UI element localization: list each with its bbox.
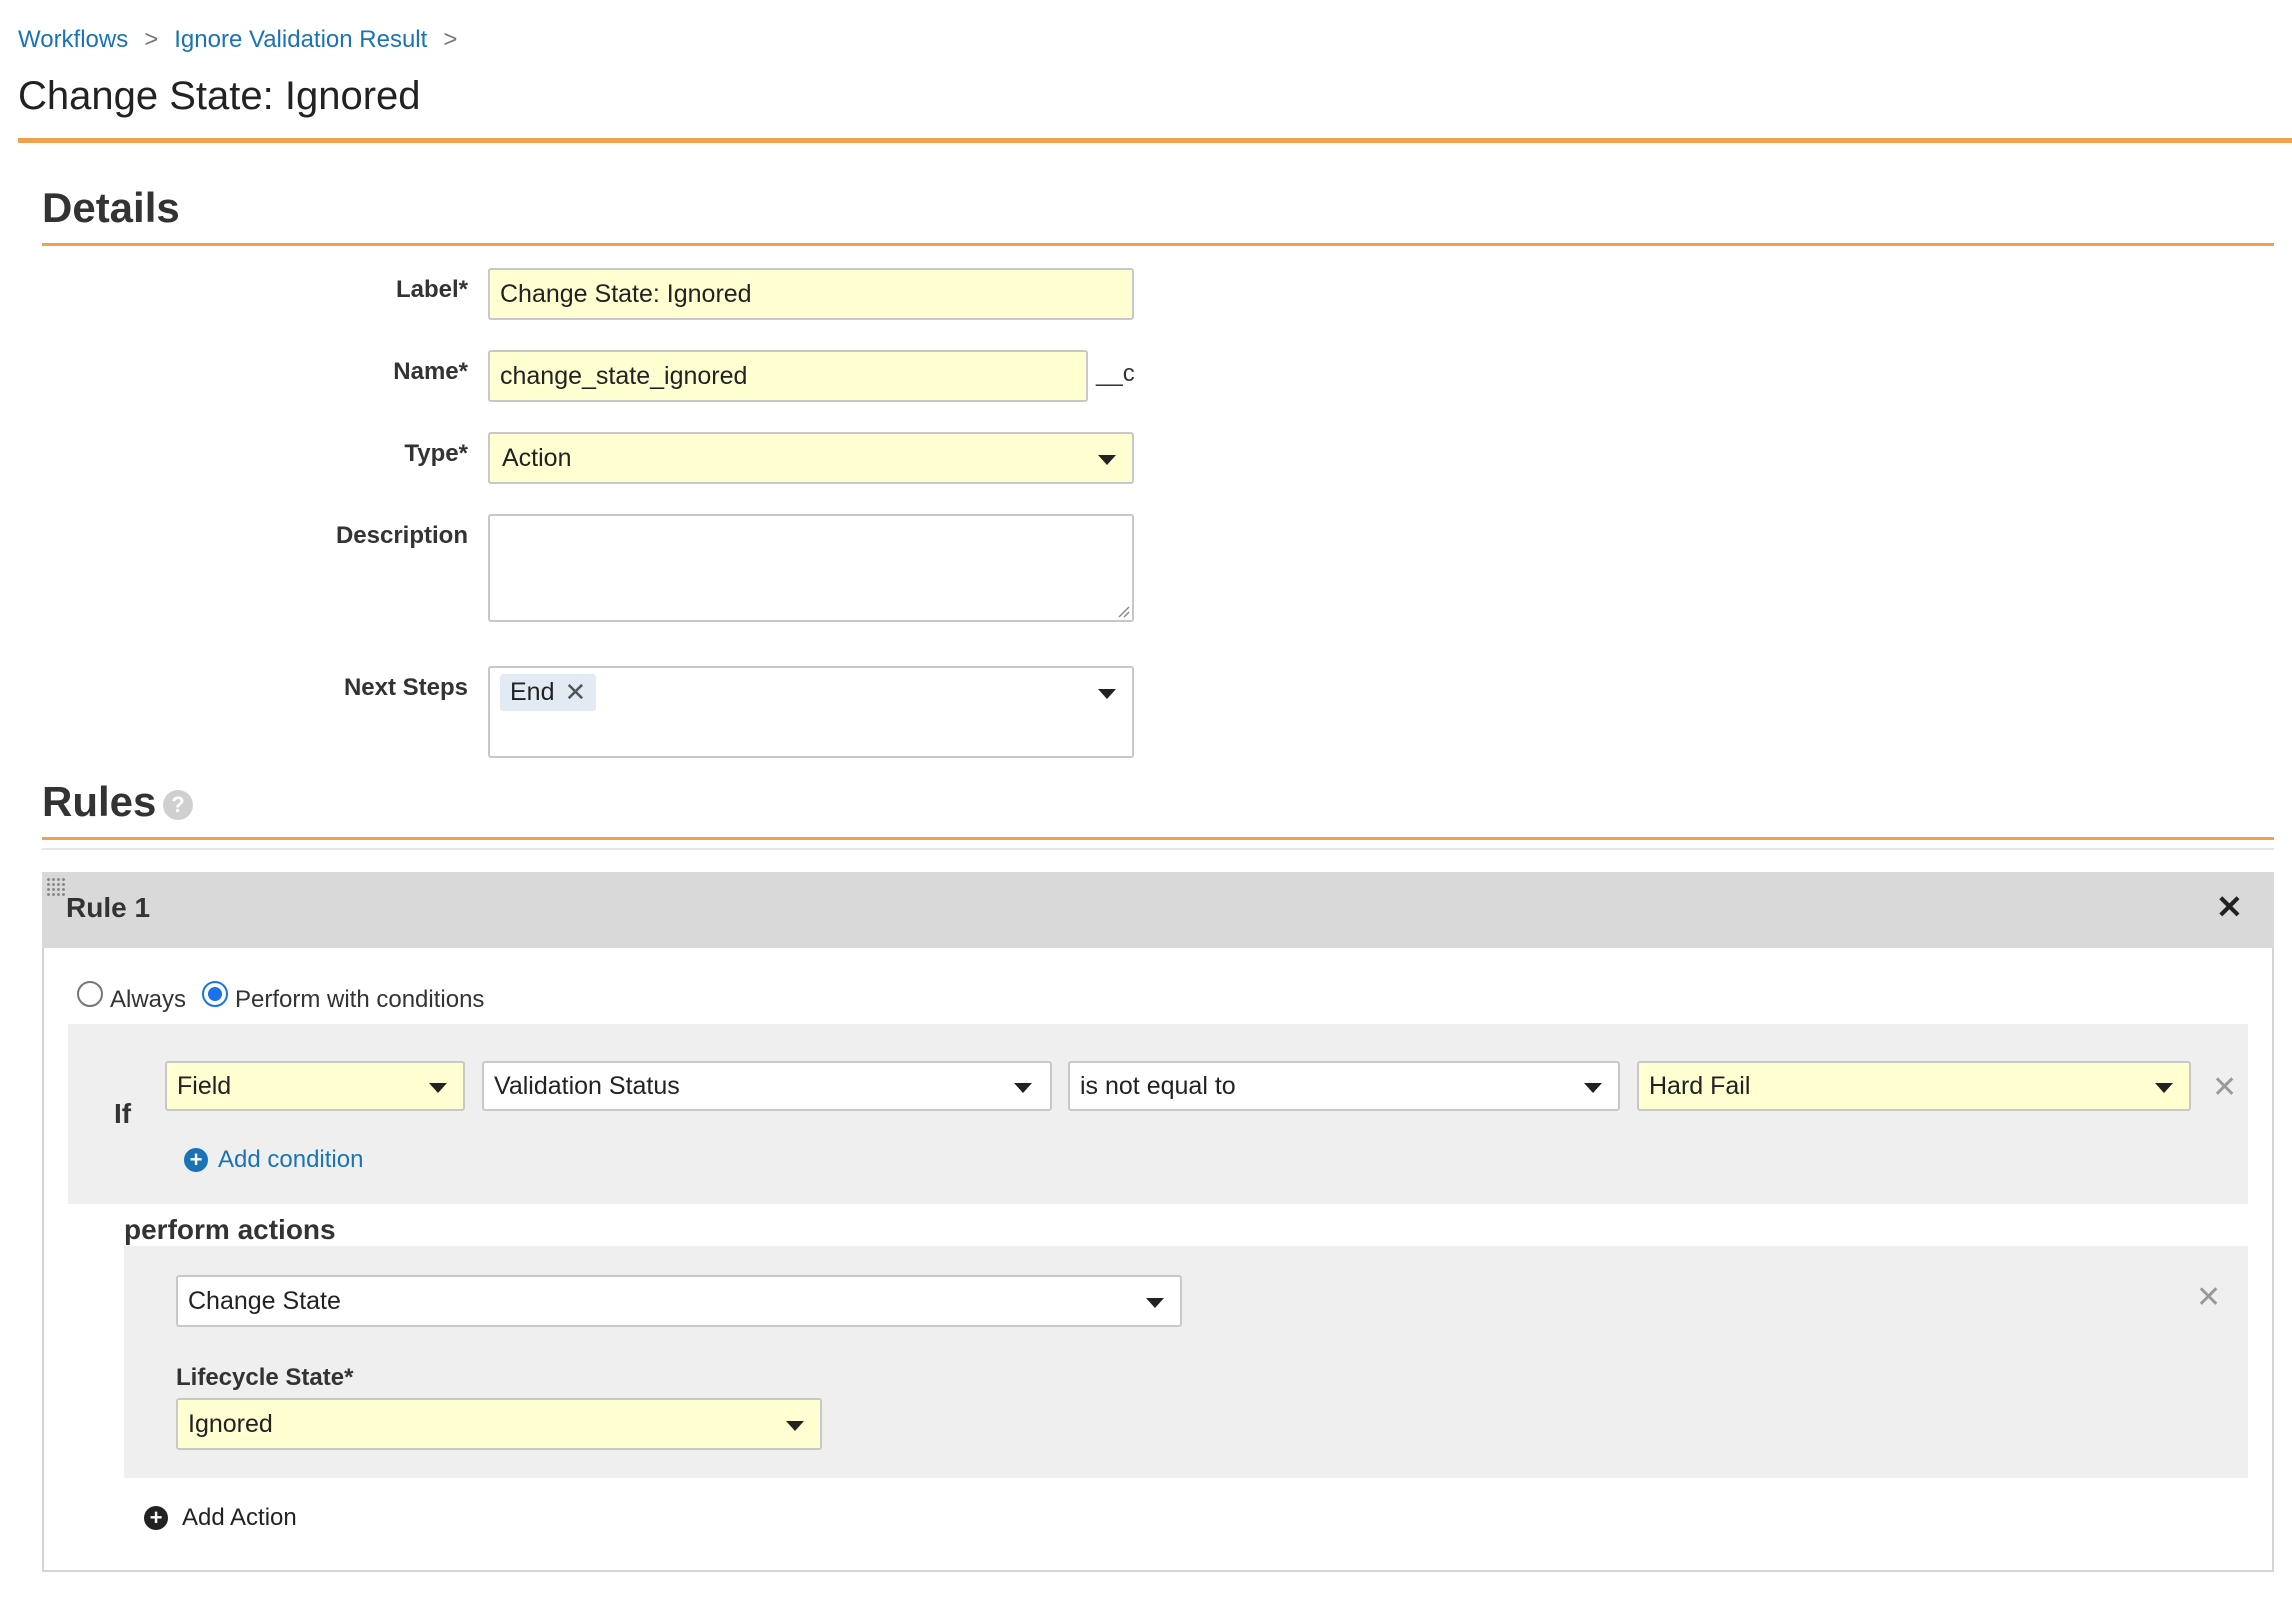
always-radio-label[interactable]: Always [110, 986, 186, 1014]
caret-down-icon [1584, 1083, 1602, 1093]
next-step-token-end: End ✕ [500, 674, 597, 711]
condition-value-value: Hard Fail [1649, 1071, 1751, 1100]
name-input[interactable]: change_state_ignored [488, 350, 1088, 402]
condition-field-select[interactable]: Validation Status [482, 1061, 1052, 1111]
rules-heading: Rules [42, 778, 157, 825]
remove-action-close-icon[interactable]: ✕ [2196, 1280, 2221, 1315]
add-action-button[interactable]: Add Action [182, 1504, 297, 1532]
rule-title: Rule 1 [66, 892, 151, 923]
caret-down-icon [786, 1421, 804, 1431]
if-label: If [114, 1098, 132, 1129]
remove-condition-close-icon[interactable]: ✕ [2212, 1070, 2237, 1105]
breadcrumb-workflows-link[interactable]: Workflows [18, 26, 128, 53]
lifecycle-state-label: Lifecycle State* [176, 1364, 354, 1391]
caret-down-icon [1146, 1298, 1164, 1308]
caret-down-icon [1098, 455, 1116, 465]
token-label: End [510, 678, 555, 706]
breadcrumb-ignore-validation-result-link[interactable]: Ignore Validation Result [174, 26, 427, 53]
add-condition-plus-icon[interactable]: + [184, 1148, 208, 1172]
breadcrumb-separator: > [144, 26, 159, 53]
lifecycle-state-select[interactable]: Ignored [176, 1398, 822, 1450]
perform-actions-label: perform actions [124, 1214, 336, 1245]
type-select[interactable]: Action [488, 432, 1134, 484]
breadcrumb: Workflows > Ignore Validation Result > [18, 26, 473, 54]
resize-handle-icon[interactable] [1116, 604, 1130, 618]
description-textarea[interactable] [488, 514, 1134, 622]
next-steps-multiselect[interactable]: End ✕ [488, 666, 1134, 758]
add-action-plus-icon[interactable]: + [144, 1506, 168, 1530]
condition-block [68, 1024, 2248, 1204]
next-steps-field-label: Next Steps [343, 674, 468, 701]
caret-down-icon [1014, 1083, 1032, 1093]
label-field-label: Label* [395, 276, 468, 303]
perform-with-conditions-radio-label[interactable]: Perform with conditions [235, 986, 484, 1014]
details-divider [42, 243, 2274, 246]
page-title: Change State: Ignored [18, 74, 421, 118]
caret-down-icon [1098, 689, 1116, 699]
perform-with-conditions-radio[interactable] [202, 981, 228, 1007]
caret-down-icon [2155, 1083, 2173, 1093]
rules-divider-secondary [42, 848, 2274, 850]
name-field-label: Name* [393, 358, 468, 385]
condition-field-value: Validation Status [494, 1071, 680, 1100]
type-field-label: Type* [404, 440, 468, 467]
action-type-value: Change State [188, 1286, 341, 1315]
help-icon[interactable]: ? [163, 790, 193, 820]
description-field-label: Description [335, 522, 468, 549]
condition-value-select[interactable]: Hard Fail [1637, 1061, 2191, 1111]
caret-down-icon [429, 1083, 447, 1093]
breadcrumb-separator: > [443, 26, 458, 53]
type-select-value: Action [502, 443, 572, 472]
condition-operator-value: is not equal to [1080, 1071, 1236, 1100]
drag-handle-icon[interactable] [46, 877, 66, 897]
condition-source-value: Field [177, 1071, 232, 1100]
add-condition-link[interactable]: Add condition [218, 1146, 363, 1174]
rules-divider [42, 837, 2274, 840]
name-suffix: __c [1096, 360, 1135, 387]
remove-token-close-icon[interactable]: ✕ [564, 677, 586, 708]
lifecycle-state-value: Ignored [188, 1409, 273, 1438]
title-divider [18, 138, 2292, 143]
rule-card-header [42, 872, 2274, 948]
condition-source-select[interactable]: Field [165, 1061, 465, 1111]
always-radio[interactable] [77, 981, 103, 1007]
condition-operator-select[interactable]: is not equal to [1068, 1061, 1620, 1111]
label-input[interactable]: Change State: Ignored [488, 268, 1134, 320]
delete-rule-close-icon[interactable]: ✕ [2216, 888, 2243, 926]
action-type-select[interactable]: Change State [176, 1275, 1182, 1327]
details-heading: Details [42, 184, 180, 231]
